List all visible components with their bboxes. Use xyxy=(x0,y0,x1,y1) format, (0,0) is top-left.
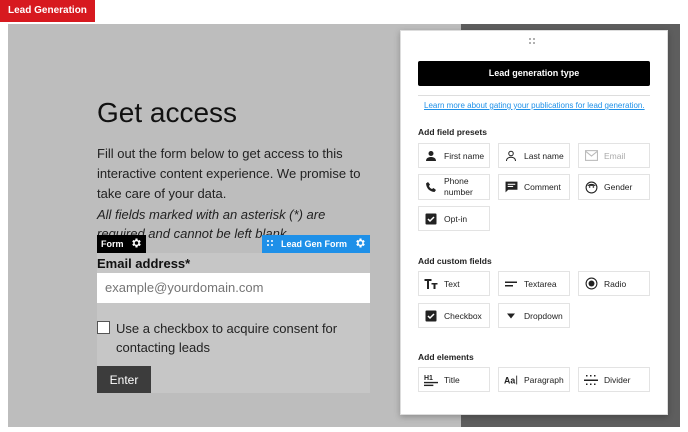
preset-label: Last name xyxy=(524,150,564,161)
preset-label: Phone number xyxy=(444,176,473,197)
form-tab[interactable]: Form xyxy=(97,235,146,253)
svg-text:Aa: Aa xyxy=(504,375,515,385)
element-divider[interactable]: Divider xyxy=(578,367,650,392)
checkbox-icon xyxy=(424,309,438,323)
custom-label: Radio xyxy=(604,278,627,289)
envelope-icon xyxy=(584,149,598,163)
person-filled-icon xyxy=(424,149,438,163)
gear-icon[interactable] xyxy=(354,237,366,251)
custom-radio[interactable]: Radio xyxy=(578,271,650,296)
element-title[interactable]: H1 Title xyxy=(418,367,490,392)
divider xyxy=(418,95,650,96)
paragraph-icon: Aa xyxy=(504,373,518,387)
preset-label: Email xyxy=(604,150,626,161)
phone-icon xyxy=(424,180,438,194)
dropdown-icon xyxy=(504,309,518,323)
custom-textarea[interactable]: Textarea xyxy=(498,271,570,296)
custom-label: Textarea xyxy=(524,278,557,289)
panel-drag-handle-icon[interactable] xyxy=(528,37,536,48)
custom-label: Text xyxy=(444,278,460,289)
enter-button[interactable]: Enter xyxy=(97,366,151,393)
element-label: Title xyxy=(444,374,460,385)
textarea-icon xyxy=(504,277,518,291)
text-icon xyxy=(424,277,438,291)
consent-checkbox[interactable] xyxy=(97,321,110,334)
consent-row: Use a checkbox to acquire consent for co… xyxy=(97,319,351,357)
form-tab-label: Form xyxy=(101,239,124,249)
elements-section-title: Add elements xyxy=(418,352,474,362)
custom-checkbox[interactable]: Checkbox xyxy=(418,303,490,328)
svg-text:H1: H1 xyxy=(424,375,433,382)
gear-icon[interactable] xyxy=(130,237,142,251)
learn-more-link[interactable]: Learn more about gating your publication… xyxy=(424,101,645,110)
page-heading: Get access xyxy=(97,97,238,128)
divider-icon xyxy=(584,373,598,387)
element-label: Paragraph xyxy=(524,374,564,385)
element-label: Divider xyxy=(604,374,631,385)
preset-label: First name xyxy=(444,150,485,161)
preset-label: Gender xyxy=(604,182,633,192)
custom-section-title: Add custom fields xyxy=(418,256,492,266)
preset-gender[interactable]: Gender xyxy=(578,174,650,200)
element-paragraph[interactable]: Aa Paragraph xyxy=(498,367,570,392)
preset-last-name[interactable]: Last name xyxy=(498,143,570,168)
preset-first-name[interactable]: First name xyxy=(418,143,490,168)
presets-section-title: Add field presets xyxy=(418,127,487,137)
email-label: Email address* xyxy=(97,256,191,271)
title-icon: H1 xyxy=(424,373,438,387)
custom-dropdown[interactable]: Dropdown xyxy=(498,303,570,328)
custom-text[interactable]: Text xyxy=(418,271,490,296)
consent-label: Use a checkbox to acquire consent for co… xyxy=(116,321,338,355)
lead-generation-type-button[interactable]: Lead generation type xyxy=(418,61,650,86)
person-outline-icon xyxy=(504,149,518,163)
intro-text: Fill out the form below to get access to… xyxy=(97,146,361,201)
lead-form: Email address* Use a checkbox to acquire… xyxy=(97,253,370,393)
drag-handle-icon[interactable] xyxy=(266,239,274,249)
email-field[interactable] xyxy=(97,273,370,303)
custom-label: Checkbox xyxy=(444,310,482,321)
preset-email[interactable]: Email xyxy=(578,143,650,168)
lead-gen-form-tab[interactable]: Lead Gen Form xyxy=(262,235,370,253)
preset-opt-in[interactable]: Opt-in xyxy=(418,206,490,231)
checkbox-icon xyxy=(424,212,438,226)
app-tag: Lead Generation xyxy=(0,0,95,22)
lead-gen-panel: Lead generation type Learn more about ga… xyxy=(400,30,668,415)
preset-comment[interactable]: Comment xyxy=(498,174,570,200)
preset-label: Opt-in xyxy=(444,213,468,224)
face-icon xyxy=(584,180,598,194)
lead-gen-form-label: Lead Gen Form xyxy=(280,239,347,249)
preset-phone-number[interactable]: Phone number xyxy=(418,174,490,200)
comment-icon xyxy=(504,180,518,194)
custom-label: Dropdown xyxy=(524,310,563,321)
preset-label: Comment xyxy=(524,182,561,192)
radio-icon xyxy=(584,277,598,291)
